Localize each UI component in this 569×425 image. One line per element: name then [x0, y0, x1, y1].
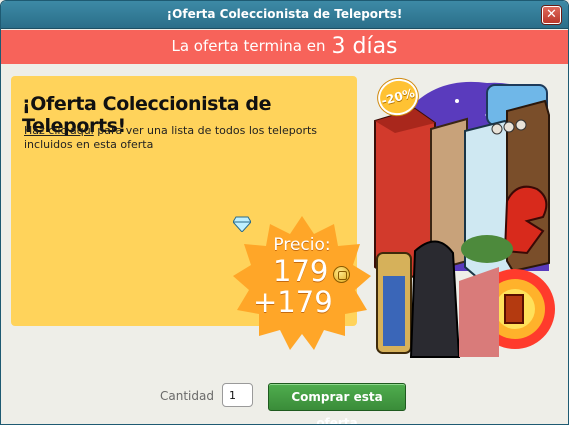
price-credits: 179	[273, 254, 329, 288]
offer-window: ¡Oferta Coleccionista de Teleports! ✕ La…	[0, 0, 569, 425]
price-diamonds: +179	[253, 285, 333, 319]
countdown-label: La oferta termina en	[171, 37, 326, 55]
countdown-banner: La oferta termina en 3 días	[1, 30, 568, 64]
offer-description: Haz clic aquí para ver una lista de todo…	[24, 124, 324, 152]
buy-offer-button[interactable]: Comprar esta oferta	[268, 383, 406, 424]
window-title: ¡Oferta Coleccionista de Teleports!	[166, 7, 403, 21]
teleport-list-link[interactable]: Haz clic aquí	[24, 124, 94, 137]
quantity-input[interactable]	[222, 383, 253, 407]
quantity-label: Cantidad	[160, 389, 214, 403]
diamond-icon	[233, 216, 251, 232]
price-badge: Precio: 179 +179	[233, 216, 371, 354]
coin-icon	[333, 266, 350, 283]
close-icon: ✕	[546, 7, 557, 22]
title-bar[interactable]: ¡Oferta Coleccionista de Teleports! ✕	[1, 1, 568, 29]
close-button[interactable]: ✕	[542, 6, 561, 24]
price-label: Precio:	[273, 235, 331, 255]
countdown-days: 3 días	[331, 34, 398, 59]
